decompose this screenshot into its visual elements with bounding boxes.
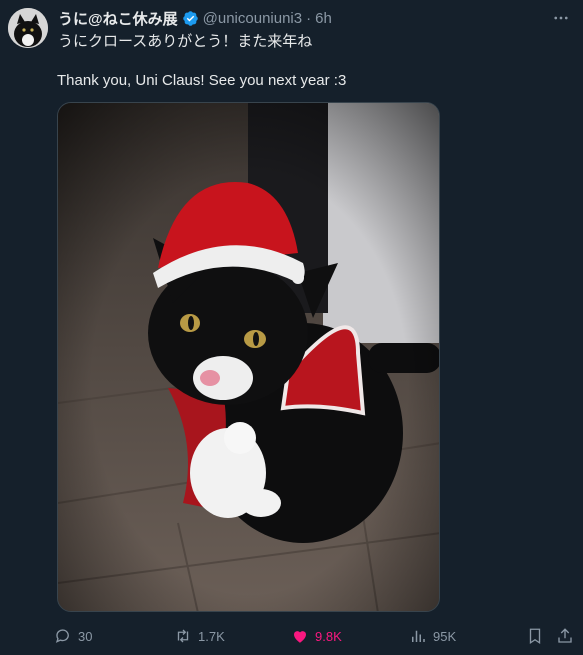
share-button[interactable]: [556, 624, 574, 648]
separator-dot: ·: [306, 9, 312, 27]
verified-badge-icon: [182, 10, 199, 27]
views-icon: [412, 630, 425, 642]
tweet-photo[interactable]: [57, 102, 440, 612]
bookmark-icon: [529, 628, 541, 645]
bookmark-button[interactable]: [526, 624, 544, 648]
like-count: 9.8K: [315, 628, 342, 644]
views-button[interactable]: 95K: [409, 624, 456, 648]
tweet-text-japanese: うにクロースありがとう！また来年ね: [58, 33, 313, 50]
reply-icon: [55, 629, 69, 643]
timestamp[interactable]: 6h: [315, 10, 332, 27]
more-options-icon[interactable]: [551, 8, 571, 28]
user-handle[interactable]: @unicouniuni3: [203, 10, 302, 27]
reply-count: 30: [78, 628, 93, 644]
tweet-header: うに@ねこ休み展 @unicouniuni3 · 6h: [58, 8, 332, 28]
retweet-button[interactable]: 1.7K: [174, 624, 225, 648]
display-name[interactable]: うに@ねこ休み展: [58, 8, 178, 29]
views-count: 95K: [433, 628, 457, 644]
action-bar: 30 1.7K 9.8K 95K: [0, 624, 583, 648]
reply-button[interactable]: 30: [54, 624, 92, 648]
retweet-icon: [177, 629, 189, 643]
tweet-text-english: Thank you, Uni Claus! See you next year …: [57, 72, 347, 89]
avatar[interactable]: [8, 8, 48, 48]
like-button[interactable]: 9.8K: [291, 624, 342, 648]
share-icon: [558, 628, 572, 643]
retweet-count: 1.7K: [198, 628, 225, 644]
heart-icon: [294, 631, 306, 643]
